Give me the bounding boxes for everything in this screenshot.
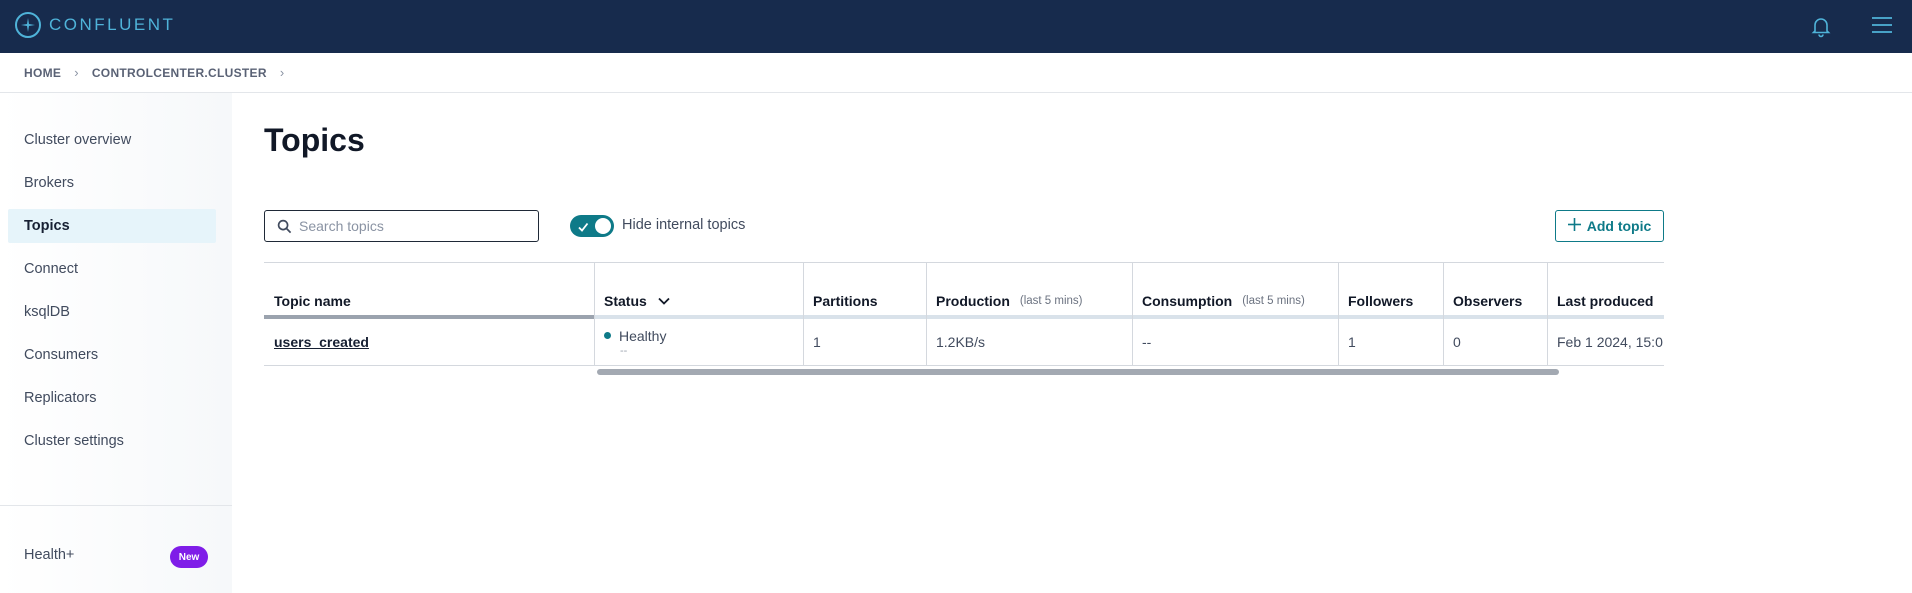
status-subtext: -- <box>620 344 628 357</box>
brand-name: CONFLUENT <box>49 15 176 34</box>
breadcrumb-home[interactable]: HOME <box>24 66 61 80</box>
status-text: Healthy <box>619 327 667 344</box>
table-row-last-produced: Feb 1 2024, 15:0 <box>1557 334 1663 350</box>
column-header-observers[interactable]: Observers <box>1443 263 1547 316</box>
horizontal-scrollbar[interactable] <box>597 369 1559 375</box>
sidebar-item-cluster-settings[interactable]: Cluster settings <box>8 424 216 458</box>
table-row-followers: 1 <box>1348 334 1356 350</box>
chevron-down-icon <box>657 296 671 306</box>
sidebar-item-cluster-overview[interactable]: Cluster overview <box>8 123 216 157</box>
column-header-partitions[interactable]: Partitions <box>803 263 926 316</box>
table-row-partitions: 1 <box>813 334 821 350</box>
sidebar: Cluster overview Brokers Topics Connect … <box>0 93 232 593</box>
hide-internal-topics-toggle[interactable] <box>570 215 614 237</box>
breadcrumb: HOME › CONTROLCENTER.CLUSTER › <box>0 53 1912 93</box>
column-header-last-produced[interactable]: Last produced <box>1547 263 1664 316</box>
sidebar-item-consumers[interactable]: Consumers <box>8 338 216 372</box>
hamburger-menu-icon[interactable] <box>1870 13 1894 37</box>
status-dot-icon <box>604 332 611 339</box>
bell-icon[interactable] <box>1809 14 1833 38</box>
search-box[interactable] <box>264 210 539 242</box>
row-divider <box>264 365 1664 366</box>
top-navigation-bar: CONFLUENT <box>0 0 1912 53</box>
column-header-consumption[interactable]: Consumption (last 5 mins) <box>1132 263 1338 316</box>
toggle-knob <box>595 218 611 234</box>
confluent-logo-icon <box>15 12 41 38</box>
checkmark-icon <box>577 220 589 238</box>
sidebar-item-ksqldb[interactable]: ksqlDB <box>8 295 216 329</box>
column-header-topic-name[interactable]: Topic name <box>264 263 594 316</box>
sidebar-item-topics[interactable]: Topics <box>8 209 216 243</box>
search-icon <box>277 219 292 239</box>
table-row-production: 1.2KB/s <box>936 334 986 350</box>
page-title: Topics <box>264 122 365 158</box>
add-topic-label: Add topic <box>1586 218 1652 234</box>
table-row-topic-name: users_created <box>264 319 594 365</box>
chevron-right-icon: › <box>74 65 79 80</box>
breadcrumb-cluster[interactable]: CONTROLCENTER.CLUSTER <box>92 66 267 80</box>
topics-table: Topic name Status Partitions Production(… <box>264 262 1664 379</box>
table-row-consumption: -- <box>1142 334 1152 350</box>
sidebar-item-health-plus[interactable]: Health+ <box>24 547 74 563</box>
table-row-observers: 0 <box>1453 334 1461 350</box>
confluent-logo[interactable]: CONFLUENT <box>15 12 175 38</box>
sidebar-item-brokers[interactable]: Brokers <box>8 166 216 200</box>
search-input[interactable] <box>299 218 538 234</box>
column-header-production[interactable]: Production (last 5 mins) <box>926 263 1132 316</box>
hide-internal-topics-label: Hide internal topics <box>622 217 746 233</box>
table-row-status: Healthy -- <box>594 319 803 365</box>
sidebar-item-connect[interactable]: Connect <box>8 252 216 286</box>
topic-link[interactable]: users_created <box>274 334 369 350</box>
column-header-status[interactable]: Status <box>594 263 803 316</box>
column-header-followers[interactable]: Followers <box>1338 263 1443 316</box>
plus-icon <box>1567 218 1581 234</box>
add-topic-button[interactable]: Add topic <box>1555 210 1664 242</box>
sidebar-item-replicators[interactable]: Replicators <box>8 381 216 415</box>
new-badge: New <box>170 546 208 568</box>
sidebar-divider <box>0 505 232 506</box>
chevron-right-icon: › <box>279 65 285 80</box>
